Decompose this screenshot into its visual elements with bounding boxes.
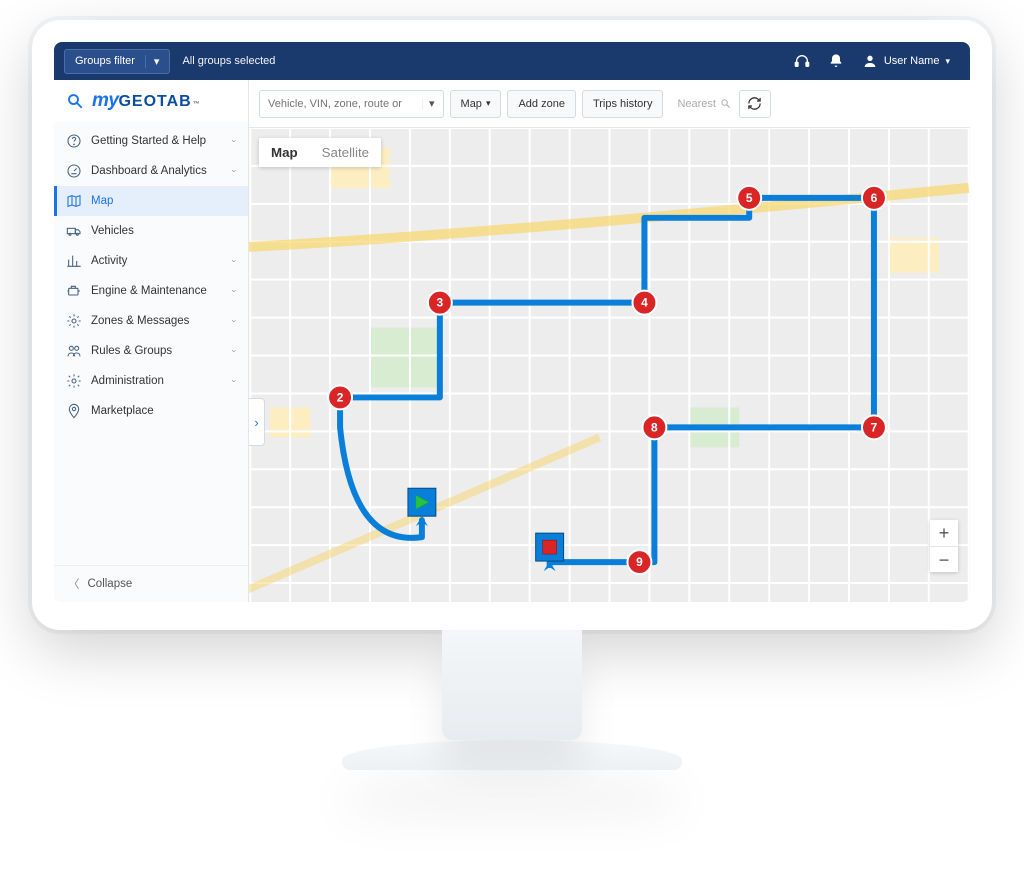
sidebar-item-activity[interactable]: Activity › [54,246,248,276]
headset-icon[interactable] [794,53,810,69]
sidebar-item-label: Engine & Maintenance [91,285,207,297]
vehicle-search[interactable]: ▾ [259,90,444,118]
sidebar-item-label: Getting Started & Help [91,135,206,147]
group-icon [66,343,82,359]
username-label: User Name [884,55,940,67]
top-bar: Groups filter ▾ All groups selected User… [54,42,970,80]
trips-history-button[interactable]: Trips history [582,90,664,118]
pin-icon [66,403,82,419]
chevron-left-icon: 〈 [68,576,80,592]
chevron-down-icon: › [230,320,240,322]
svg-text:8: 8 [651,420,658,434]
user-menu[interactable]: User Name ▾ [862,53,950,69]
svg-text:9: 9 [636,555,643,569]
map-type-toggle: Map Satellite [259,138,381,167]
bell-icon[interactable] [828,53,844,69]
chevron-down-icon: › [230,380,240,382]
svg-text:2: 2 [337,390,344,404]
chevron-down-icon: › [230,170,240,172]
collapse-label: Collapse [88,578,133,590]
groups-filter-label: Groups filter [75,55,135,67]
sidebar-item-rules-groups[interactable]: Rules & Groups › [54,336,248,366]
logo: myGEOTAB™ [92,90,200,112]
svg-text:6: 6 [871,191,878,205]
map-area[interactable]: 2 3 4 5 6 7 8 9 Map Satellite + − › [249,128,970,602]
sidebar-item-zones-messages[interactable]: Zones & Messages › [54,306,248,336]
sidebar-item-administration[interactable]: Administration › [54,366,248,396]
truck-icon [66,223,82,239]
screen: Groups filter ▾ All groups selected User… [54,42,970,602]
chart-icon [66,253,82,269]
sidebar-item-label: Administration [91,375,164,387]
sidebar-item-label: Map [91,195,113,207]
map-type-satellite[interactable]: Satellite [310,138,381,167]
groups-selected-text: All groups selected [182,55,275,67]
add-zone-button[interactable]: Add zone [507,90,575,118]
zoom-in-button[interactable]: + [930,520,958,546]
zoom-control: + − [930,520,958,572]
chevron-down-icon: › [230,260,240,262]
collapse-button[interactable]: 〈 Collapse [54,565,248,602]
question-circle-icon [66,133,82,149]
groups-filter-button[interactable]: Groups filter ▾ [64,49,170,74]
zoom-out-button[interactable]: − [930,546,958,572]
sidebar-item-map[interactable]: Map [54,186,248,216]
toolbar: ▾ Map ▾ Add zone Trips history Nearest [249,80,970,128]
sidebar-item-label: Dashboard & Analytics [91,165,207,177]
sidebar-item-marketplace[interactable]: Marketplace [54,396,248,426]
sidebar-item-label: Activity [91,255,127,267]
svg-text:3: 3 [437,296,444,310]
gear-icon [66,373,82,389]
sidebar-item-label: Zones & Messages [91,315,189,327]
chevron-down-icon: ▾ [145,55,160,68]
nav-list: Getting Started & Help›Dashboard & Analy… [54,122,248,565]
drawer-toggle[interactable]: › [249,398,265,446]
engine-icon [66,283,82,299]
monitor-frame: Groups filter ▾ All groups selected User… [32,20,992,630]
chevron-down-icon: ▾ [486,98,491,109]
sidebar-item-label: Rules & Groups [91,345,172,357]
chevron-down-icon: › [230,290,240,292]
chevron-right-icon: › [254,415,258,430]
vehicle-search-input[interactable] [268,98,418,110]
search-dropdown-icon[interactable]: ▾ [422,97,435,110]
svg-text:4: 4 [641,296,648,310]
main-panel: ▾ Map ▾ Add zone Trips history Nearest [249,80,970,602]
refresh-button[interactable] [739,90,771,118]
top-icons: User Name ▾ [794,53,950,69]
zone-icon [66,313,82,329]
refresh-icon [747,96,762,111]
map-type-button[interactable]: Map ▾ [450,90,502,118]
sidebar-item-label: Vehicles [91,225,134,237]
sidebar-item-dashboard-analytics[interactable]: Dashboard & Analytics › [54,156,248,186]
svg-text:5: 5 [746,191,753,205]
chevron-down-icon: › [230,350,240,352]
chevron-down-icon: ▾ [945,56,950,67]
map-icon [66,193,82,209]
sidebar: myGEOTAB™ Getting Started & Help›Dashboa… [54,80,249,602]
sidebar-item-vehicles[interactable]: Vehicles [54,216,248,246]
map-type-map[interactable]: Map [259,138,310,167]
svg-text:7: 7 [871,420,878,434]
chevron-down-icon: › [230,140,240,142]
sidebar-item-label: Marketplace [91,405,154,417]
search-icon[interactable] [66,92,84,110]
user-icon [862,53,878,69]
nearest-label[interactable]: Nearest [677,98,731,110]
sidebar-item-engine-maintenance[interactable]: Engine & Maintenance › [54,276,248,306]
brand-row: myGEOTAB™ [54,80,248,122]
gauge-icon [66,163,82,179]
search-icon [720,98,731,109]
map-canvas[interactable]: 2 3 4 5 6 7 8 9 [249,128,970,602]
sidebar-item-getting-started-help[interactable]: Getting Started & Help › [54,126,248,156]
